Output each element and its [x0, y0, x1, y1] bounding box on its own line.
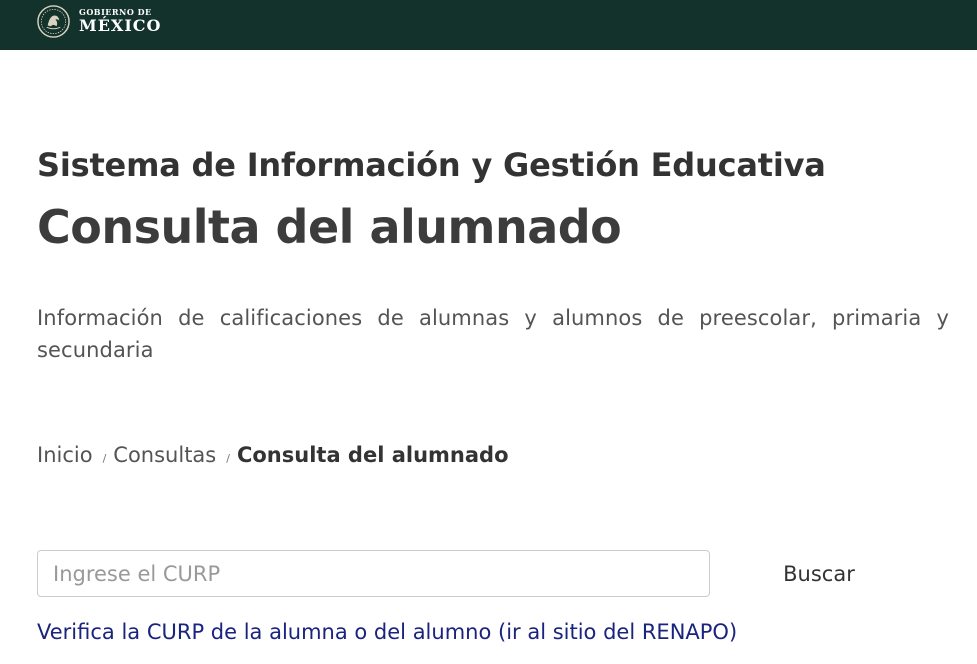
breadcrumb-separator: /: [102, 452, 107, 465]
breadcrumb-separator: /: [226, 452, 230, 465]
mexico-coat-of-arms-icon: [37, 4, 70, 38]
breadcrumb: Inicio / Consultas / Consulta del alumna…: [37, 443, 509, 467]
page-description: Información de calificaciones de alumnas…: [37, 306, 949, 362]
top-navbar: GOBIERNO DE MÉXICO: [0, 0, 977, 50]
page-subtitle: Sistema de Información y Gestión Educati…: [37, 146, 826, 184]
breadcrumb-item-inicio[interactable]: Inicio: [37, 443, 93, 467]
breadcrumb-item-current: Consulta del alumnado: [236, 443, 509, 467]
curp-search-input[interactable]: [37, 550, 710, 597]
verify-curp-renapo-link[interactable]: Verifica la CURP de la alumna o del alum…: [37, 620, 737, 644]
breadcrumb-item-consultas[interactable]: Consultas: [113, 443, 216, 467]
logo-text-line2: MÉXICO: [79, 16, 162, 35]
gobierno-de-mexico-logo[interactable]: GOBIERNO DE MÉXICO: [36, 3, 161, 39]
page-title: Consulta del alumnado: [37, 200, 622, 254]
search-button[interactable]: Buscar: [757, 552, 881, 596]
logo-text-line1: GOBIERNO DE: [79, 7, 152, 17]
